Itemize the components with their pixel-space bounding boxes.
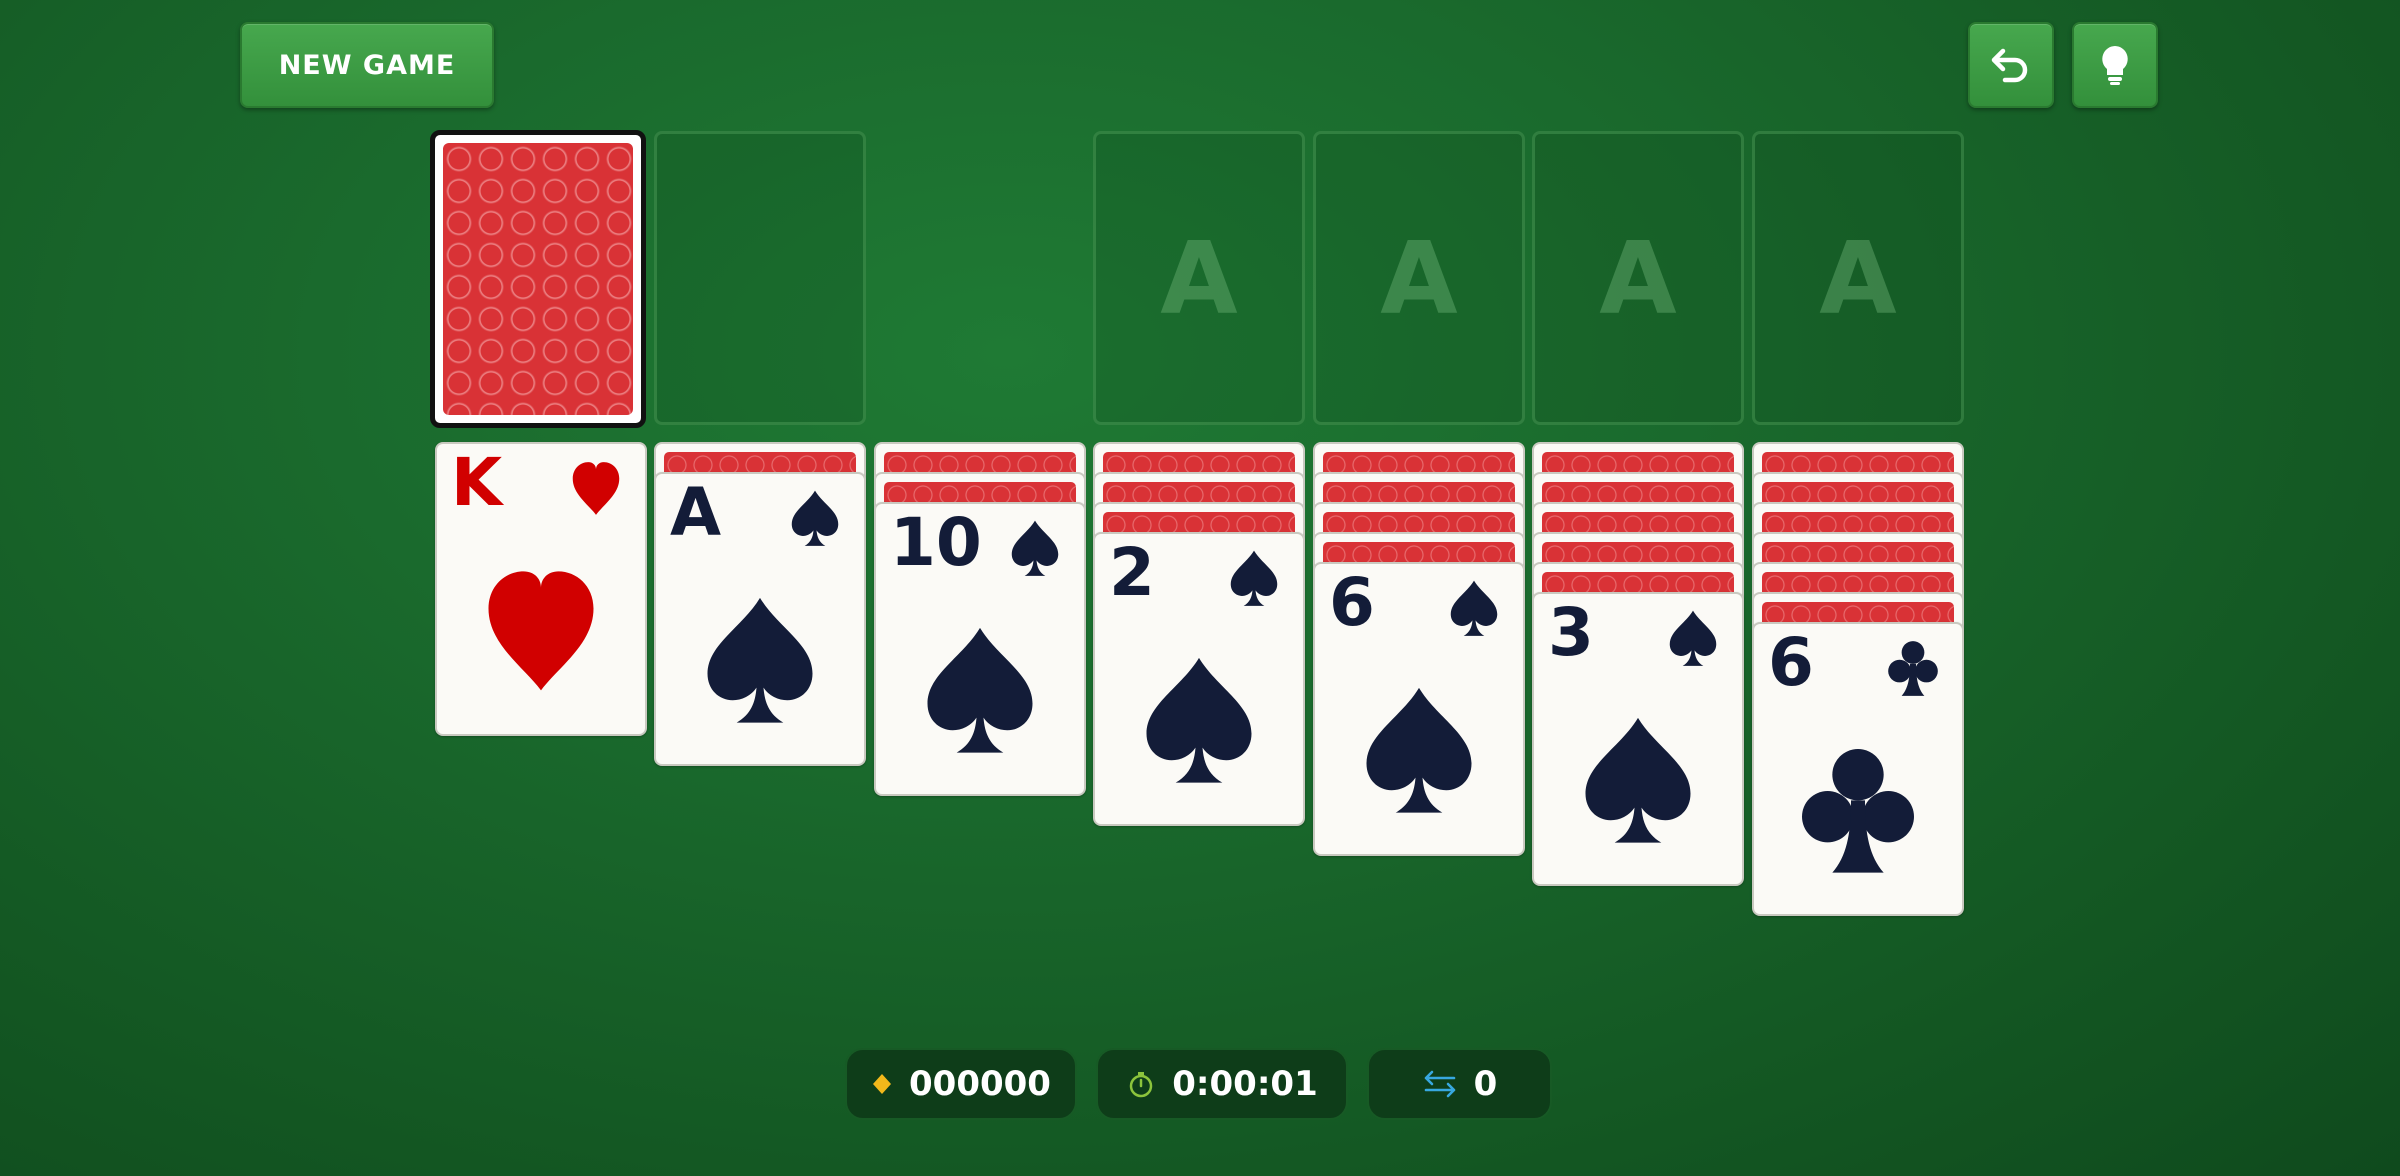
card-rank: 2 [1109, 534, 1155, 611]
spade-icon [784, 488, 846, 550]
spade-icon [700, 592, 820, 732]
spade-icon [1359, 682, 1479, 822]
tableau-card[interactable]: K [435, 442, 647, 736]
spade-icon [1223, 548, 1285, 610]
club-icon [1882, 638, 1944, 700]
swap-arrows-icon [1424, 1070, 1455, 1098]
lightbulb-icon [2102, 46, 2128, 85]
foundation-1[interactable]: A [1093, 131, 1305, 425]
new-game-label: NEW GAME [278, 49, 456, 81]
heart-icon [565, 458, 627, 520]
card-rank: K [451, 444, 503, 521]
heart-icon [481, 562, 601, 702]
tableau-card[interactable]: 10 [874, 502, 1086, 796]
card-rank: 10 [890, 504, 982, 581]
time-value: 0:00:01 [1172, 1064, 1318, 1104]
tableau-card[interactable]: A [654, 472, 866, 766]
spade-icon [1004, 518, 1066, 580]
card-rank: 3 [1548, 594, 1594, 671]
tableau-card[interactable]: 3 [1532, 592, 1744, 886]
score-value: 000000 [909, 1064, 1051, 1104]
diamond-icon [873, 1074, 892, 1094]
new-game-button[interactable]: NEW GAME [240, 22, 494, 108]
card-rank: 6 [1768, 624, 1814, 701]
foundation-3[interactable]: A [1532, 131, 1744, 425]
club-icon [1798, 742, 1918, 882]
hint-button[interactable] [2072, 22, 2158, 108]
moves-value: 0 [1473, 1064, 1498, 1104]
stock-pile[interactable] [430, 130, 646, 428]
foundation-2[interactable]: A [1313, 131, 1525, 425]
tableau-card[interactable]: 6 [1752, 622, 1964, 916]
score-display: 000000 [845, 1048, 1077, 1120]
card-rank: 6 [1329, 564, 1375, 641]
undo-button[interactable] [1968, 22, 2054, 108]
timer-display: 0:00:01 [1096, 1048, 1348, 1120]
spade-icon [920, 622, 1040, 762]
foundation-4[interactable]: A [1752, 131, 1964, 425]
stopwatch-icon [1130, 1072, 1153, 1098]
spade-icon [1662, 608, 1724, 670]
tableau-card[interactable]: 6 [1313, 562, 1525, 856]
undo-arrow-icon [1991, 48, 2028, 83]
foundation-placeholder-label: A [1819, 219, 1897, 337]
moves-display: 0 [1367, 1048, 1552, 1120]
foundation-placeholder-label: A [1160, 219, 1238, 337]
card-rank: A [670, 474, 722, 551]
spade-icon [1139, 652, 1259, 792]
waste-pile[interactable] [654, 131, 866, 425]
spade-icon [1443, 578, 1505, 640]
tableau-card[interactable]: 2 [1093, 532, 1305, 826]
foundation-placeholder-label: A [1599, 219, 1677, 337]
spade-icon [1578, 712, 1698, 852]
foundation-placeholder-label: A [1380, 219, 1458, 337]
